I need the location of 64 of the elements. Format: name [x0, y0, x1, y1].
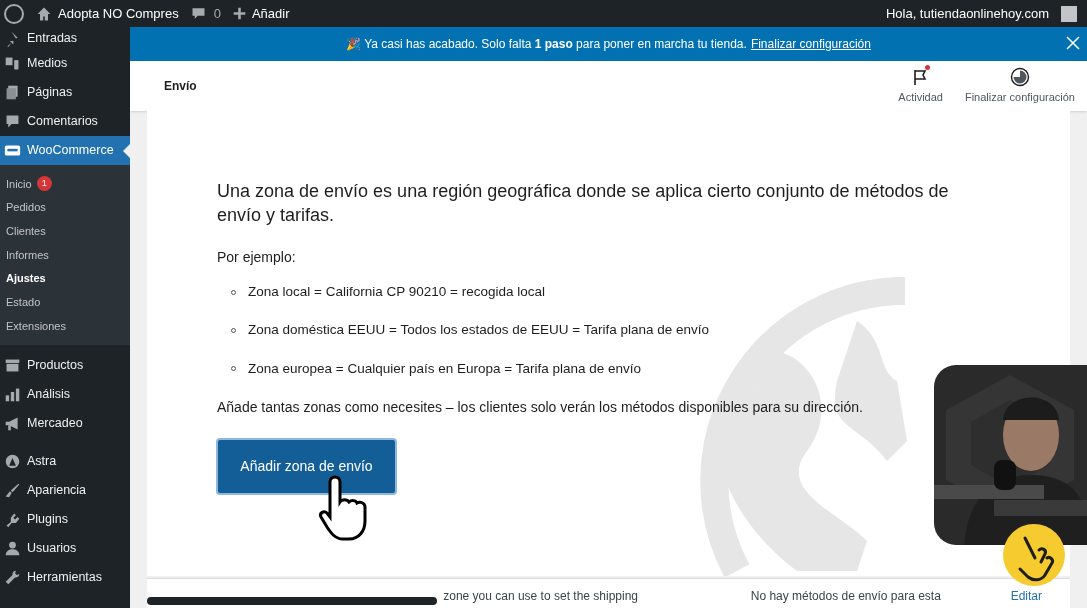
- intro-text: Una zona de envío es una región geográfica donde se aplica cierto conjunto de métodos de envío y tarifas.: [217, 180, 950, 227]
- home-icon: [36, 5, 52, 22]
- hand-cursor-icon: [319, 475, 367, 541]
- sidebar-item[interactable]: Entradas: [0, 27, 130, 49]
- edit-link[interactable]: Editar: [1010, 587, 1042, 605]
- sidebar-item[interactable]: Plugins: [0, 504, 130, 534]
- sidebar-item[interactable]: Análisis: [0, 379, 130, 409]
- sidebar-item[interactable]: Herramientas: [0, 562, 130, 592]
- example-label: Por ejemplo:: [217, 248, 297, 267]
- submenu-label: Pedidos: [6, 200, 46, 216]
- submenu-label: Inicio: [6, 176, 32, 192]
- greeting-link[interactable]: Hola, tutiendaonlinehoy.com: [885, 3, 1049, 24]
- user-icon: [4, 539, 21, 557]
- progress-circle-icon: [1009, 66, 1030, 87]
- activity-button[interactable]: Actividad: [892, 66, 949, 106]
- submenu-item[interactable]: Clientes: [0, 219, 130, 244]
- click-indicator-icon: [1003, 524, 1065, 586]
- submenu-label: Informes: [6, 247, 49, 263]
- zone-description: zone you can use to set the shipping: [443, 588, 640, 605]
- pages-icon: [4, 84, 21, 101]
- notice-text: 🎉 Ya casi has acabado. Solo falta 1 paso para poner en marcha tu tienda.: [346, 36, 747, 53]
- comment-icon: [190, 6, 206, 21]
- submenu-item[interactable]: Ajustes: [0, 266, 130, 291]
- plus-icon: [232, 7, 246, 20]
- add-zone-button[interactable]: Añadir zona de envío: [216, 437, 397, 495]
- wordpress-logo-icon[interactable]: [4, 3, 24, 24]
- submenu-label: Ajustes: [6, 271, 46, 287]
- sidebar-item[interactable]: Productos: [0, 350, 130, 380]
- sidebar-item[interactable]: Astra: [0, 446, 130, 476]
- site-link[interactable]: Adopta NO Compres: [36, 3, 179, 24]
- sidebar-item[interactable]: Mercadeo: [0, 408, 130, 438]
- progress-button[interactable]: Finalizar configuración: [958, 66, 1081, 106]
- close-icon[interactable]: [1065, 35, 1081, 51]
- sidebar-item[interactable]: Páginas: [0, 78, 130, 107]
- sidebar-item[interactable]: Apariencia: [0, 475, 130, 505]
- zone-methods: No hay métodos de envío para esta: [750, 588, 942, 605]
- new-link[interactable]: Añadir: [232, 3, 290, 24]
- example-text: Zona local = California CP 90210 = recogida local: [248, 283, 545, 301]
- astra-icon: [4, 452, 21, 470]
- submenu-item[interactable]: Pedidos: [0, 195, 130, 220]
- example-text: Zona doméstica EEUU = Todos los estados de EEUU = Tarifa plana de envío: [248, 321, 710, 340]
- submenu-label: Extensiones: [6, 318, 66, 334]
- sidebar-item[interactable]: Comentarios: [0, 107, 130, 136]
- submenu-item[interactable]: Inicio 1: [0, 172, 130, 196]
- sidebar-item[interactable]: Medios: [0, 49, 130, 78]
- avatar-icon[interactable]: [1061, 5, 1077, 22]
- finish-setup-link[interactable]: Finalizar configuración: [750, 35, 871, 53]
- submenu-label: Estado: [6, 295, 41, 311]
- sidebar-item[interactable]: WooCommerce: [0, 136, 130, 165]
- submenu-item[interactable]: Informes: [0, 243, 130, 267]
- comments-link[interactable]: 0: [190, 3, 221, 24]
- count-badge: 1: [36, 176, 52, 192]
- woo-icon: [4, 142, 21, 159]
- note-text: Añade tantas zonas como necesites – los clientes solo verán los métodos disponibles para su dirección.: [217, 397, 864, 417]
- submenu-label: Clientes: [6, 223, 46, 239]
- submenu-item[interactable]: Estado: [0, 290, 130, 315]
- submenu-item[interactable]: Extensiones: [0, 314, 130, 338]
- page-title: Envío: [164, 78, 198, 95]
- sidebar-item[interactable]: Usuarios: [0, 533, 130, 563]
- example-text: Zona europea = Cualquier país en Europa = Tarifa plana de envío: [248, 359, 642, 378]
- comment-icon: [4, 113, 21, 130]
- wrench-icon: [4, 568, 21, 586]
- media-icon: [4, 55, 21, 72]
- brush-icon: [4, 481, 21, 499]
